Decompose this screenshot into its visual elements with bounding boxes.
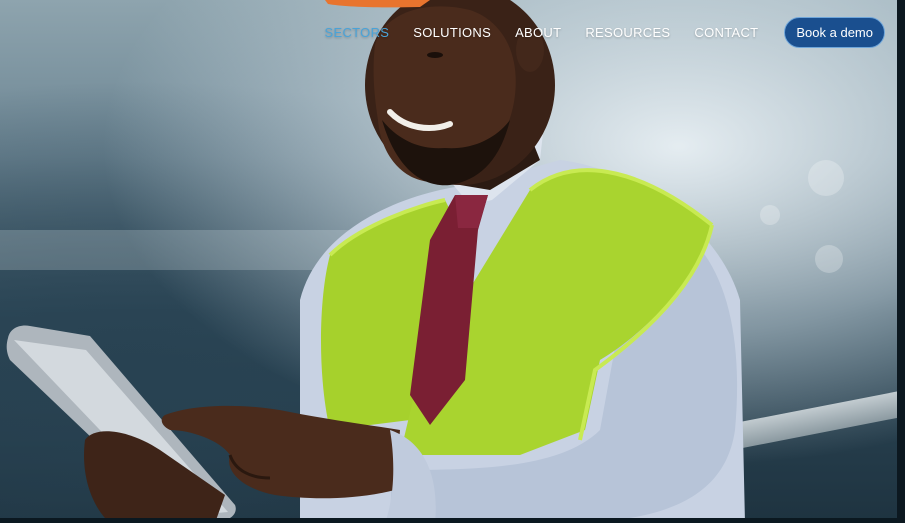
bottom-edge (0, 518, 905, 523)
nav-link-resources[interactable]: RESOURCES (585, 25, 670, 40)
hero-photo-worker-with-tablet (6, 0, 745, 523)
nav-link-solutions[interactable]: SOLUTIONS (413, 25, 491, 40)
hero-section: SECTORS SOLUTIONS ABOUT RESOURCES CONTAC… (0, 0, 905, 523)
right-edge (897, 0, 905, 523)
book-demo-button[interactable]: Book a demo (784, 16, 885, 48)
top-navigation: SECTORS SOLUTIONS ABOUT RESOURCES CONTAC… (0, 0, 905, 64)
nav-link-contact[interactable]: CONTACT (694, 25, 758, 40)
nav-link-sectors[interactable]: SECTORS (325, 25, 390, 40)
nav-link-about[interactable]: ABOUT (515, 25, 561, 40)
